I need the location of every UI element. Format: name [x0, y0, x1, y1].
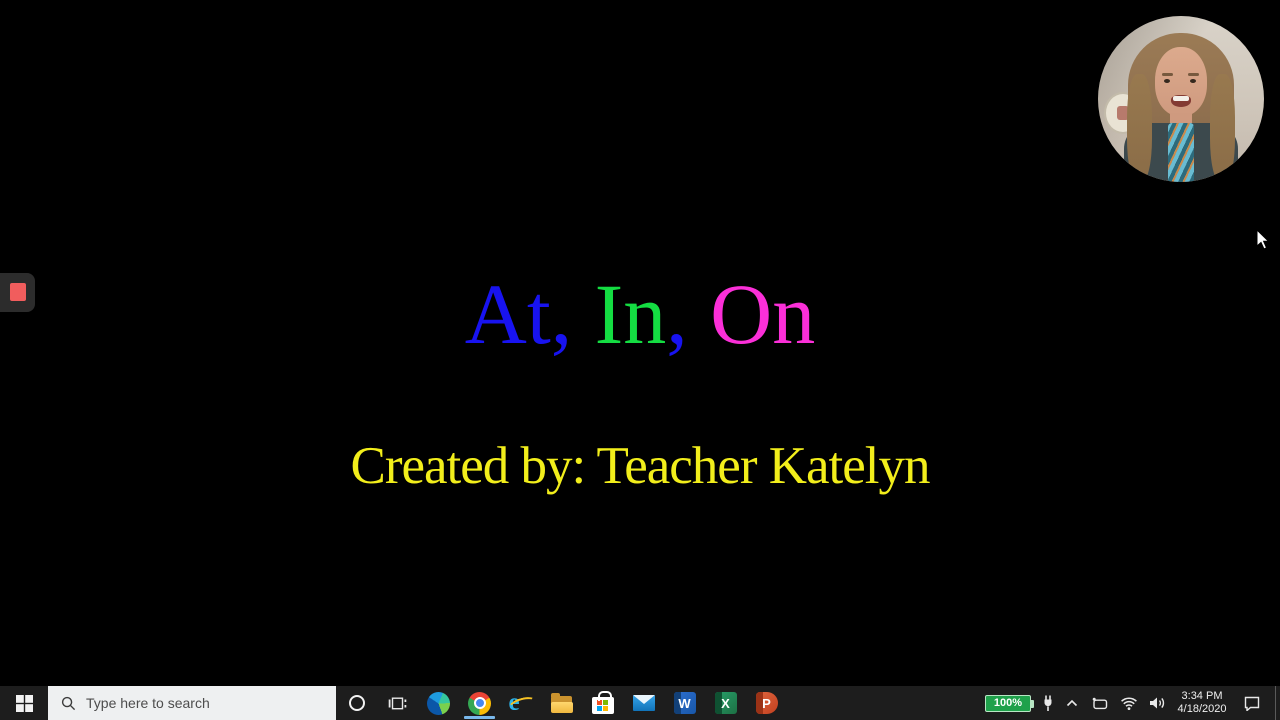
- title-segment-on: On: [710, 266, 816, 362]
- taskbar-item-edge[interactable]: [418, 686, 459, 720]
- show-desktop-button[interactable]: [1275, 686, 1280, 720]
- battery-icon: 100%: [985, 694, 1034, 712]
- mail-icon: [632, 695, 655, 711]
- search-placeholder-text: Type here to search: [86, 695, 210, 711]
- clock-date: 4/18/2020: [1177, 703, 1227, 715]
- volume-indicator[interactable]: [1143, 686, 1171, 720]
- taskbar-clock[interactable]: 3:34 PM 4/18/2020: [1171, 686, 1233, 720]
- slide-title: At, In, On: [0, 268, 1280, 361]
- taskbar: Type here to search e W X P 100% 3:34 PM…: [0, 686, 1280, 720]
- start-button[interactable]: [0, 686, 48, 720]
- internet-explorer-icon: e: [509, 690, 533, 715]
- taskbar-item-chrome[interactable]: [459, 686, 500, 720]
- taskbar-item-file-explorer[interactable]: [541, 686, 582, 720]
- microsoft-store-icon: [591, 691, 614, 714]
- taskbar-item-internet-explorer[interactable]: e: [500, 686, 541, 720]
- presenter-hair-strand: [1210, 74, 1235, 182]
- presenter-hair-strand: [1127, 74, 1152, 182]
- word-icon: W: [673, 692, 696, 714]
- taskbar-item-microsoft-store[interactable]: [582, 686, 623, 720]
- battery-indicator[interactable]: 100%: [985, 686, 1037, 720]
- presenter-smile: [1171, 95, 1191, 107]
- taskbar-item-powerpoint[interactable]: P: [746, 686, 787, 720]
- title-segment-in: In: [594, 266, 667, 362]
- presenter-scarf: [1168, 123, 1194, 182]
- action-center-button[interactable]: [1233, 686, 1271, 720]
- chevron-up-icon: [1066, 699, 1078, 707]
- webcam-overlay[interactable]: [1098, 16, 1264, 182]
- excel-icon: X: [714, 692, 737, 714]
- power-plug-icon: [1044, 695, 1052, 711]
- slide-subtitle: Created by: Teacher Katelyn: [350, 437, 930, 495]
- edge-icon: [427, 691, 450, 715]
- network-indicator[interactable]: [1115, 686, 1143, 720]
- taskbar-item-mail[interactable]: [623, 686, 664, 720]
- taskbar-item-cortana[interactable]: [336, 686, 377, 720]
- presenter-eye: [1190, 79, 1196, 83]
- power-plug-indicator[interactable]: [1037, 686, 1059, 720]
- system-tray: 100% 3:34 PM 4/18/2020: [985, 686, 1280, 720]
- chrome-active-indicator: [464, 716, 495, 719]
- task-view-icon: [388, 697, 407, 709]
- chrome-icon: [468, 691, 491, 715]
- title-segment-comma: ,: [666, 266, 688, 362]
- search-icon: [61, 696, 76, 710]
- presenter-brow: [1162, 73, 1173, 76]
- windows-logo-icon: [15, 694, 33, 712]
- file-explorer-icon: [550, 692, 574, 713]
- taskbar-item-excel[interactable]: X: [705, 686, 746, 720]
- camera-indicator[interactable]: [1085, 686, 1115, 720]
- title-segment-at: At,: [464, 266, 573, 362]
- action-center-icon: [1244, 696, 1260, 711]
- stop-record-button[interactable]: [10, 283, 26, 301]
- tray-overflow-button[interactable]: [1059, 686, 1085, 720]
- camera-icon: [1092, 697, 1108, 710]
- taskbar-search-input[interactable]: Type here to search: [48, 686, 336, 720]
- mouse-cursor: [1256, 228, 1271, 256]
- wifi-icon: [1121, 697, 1137, 710]
- presentation-screen: At, In, On Created by: Teacher Katelyn T…: [0, 0, 1280, 720]
- cortana-icon: [348, 695, 365, 711]
- volume-icon: [1149, 697, 1164, 709]
- presenter-brow: [1188, 73, 1199, 76]
- powerpoint-icon: P: [755, 692, 778, 714]
- annotation-toolbar: [0, 273, 35, 312]
- taskbar-item-word[interactable]: W: [664, 686, 705, 720]
- presenter-eye: [1164, 79, 1170, 83]
- clock-time: 3:34 PM: [1181, 690, 1223, 702]
- taskbar-item-task-view[interactable]: [377, 686, 418, 720]
